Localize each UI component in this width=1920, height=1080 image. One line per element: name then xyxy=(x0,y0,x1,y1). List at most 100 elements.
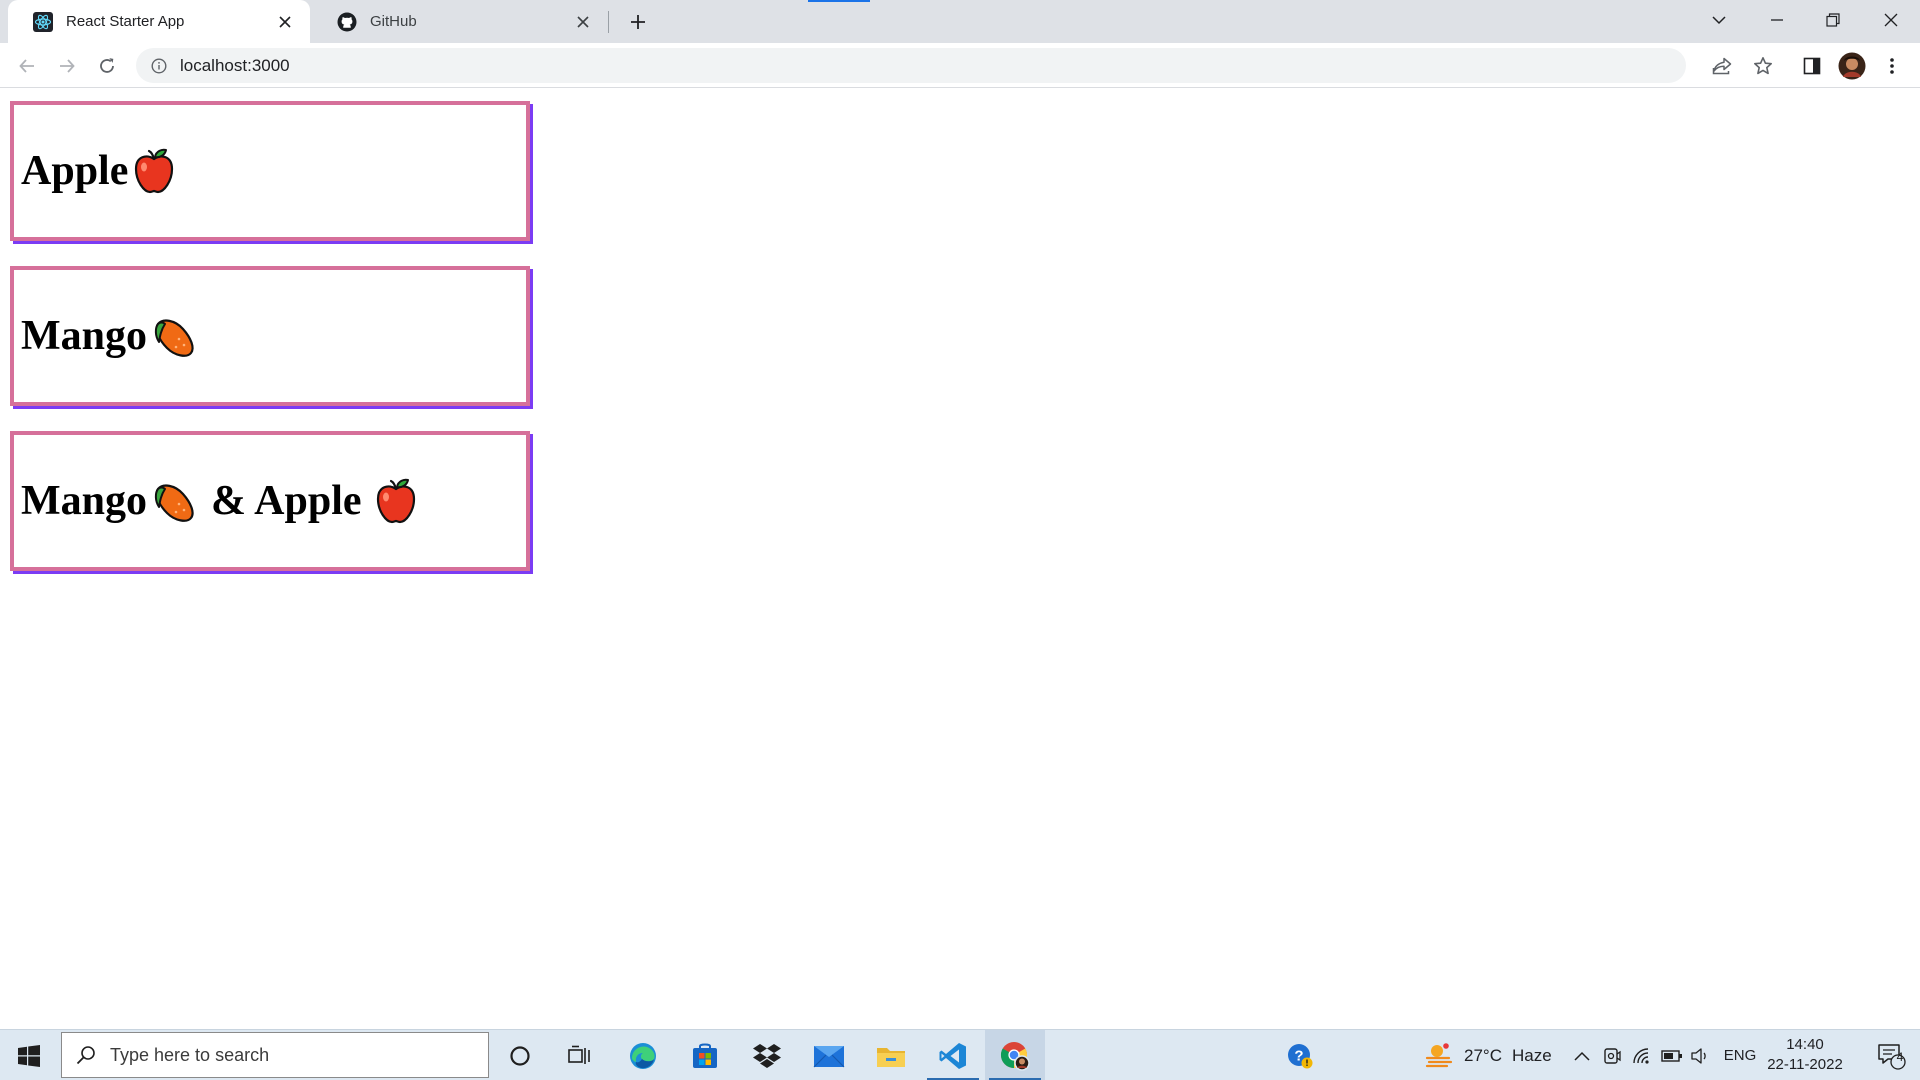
more-vertical-icon xyxy=(1890,58,1894,74)
language-text: ENG xyxy=(1723,1047,1757,1064)
react-icon xyxy=(32,11,54,33)
speaker-icon xyxy=(1691,1047,1706,1064)
dropbox-icon xyxy=(753,1043,781,1068)
tab-search-button[interactable] xyxy=(1692,0,1746,40)
fruit-card-mango-apple: Mango & Apple xyxy=(10,431,530,571)
taskbar: Type here to search ? 27°C Haze ENG 14:4… xyxy=(0,1029,1920,1080)
forward-button[interactable] xyxy=(51,50,83,82)
arrow-right-icon xyxy=(60,59,75,73)
clock-time: 14:40 xyxy=(1786,1036,1824,1053)
clock[interactable]: 14:40 22-11-2022 xyxy=(1760,1035,1850,1075)
github-icon xyxy=(336,11,358,33)
new-tab-button[interactable] xyxy=(624,8,652,36)
mail-icon xyxy=(813,1045,845,1067)
screen: React Starter App GitHub localhost:3000 … xyxy=(0,0,1920,1080)
mango-icon xyxy=(154,319,194,357)
search-icon xyxy=(76,1046,95,1065)
chrome-button[interactable] xyxy=(985,1030,1045,1080)
restore-icon xyxy=(1826,13,1840,27)
card-text: Mango xyxy=(21,478,147,524)
edge-icon xyxy=(630,1042,656,1069)
cortana-icon xyxy=(510,1045,530,1066)
chevron-down-icon xyxy=(1712,16,1726,25)
fruit-card-mango: Mango xyxy=(10,266,530,406)
notification-count: 4 xyxy=(1896,1050,1904,1064)
dropbox-button[interactable] xyxy=(737,1030,797,1080)
reload-icon xyxy=(100,58,114,73)
url-text: localhost:3000 xyxy=(180,55,290,75)
task-view-button[interactable] xyxy=(550,1030,610,1080)
weather-temp: 27°C xyxy=(1464,1045,1502,1065)
close-icon[interactable] xyxy=(572,11,594,33)
camera-icon xyxy=(1604,1047,1621,1064)
menu-button[interactable] xyxy=(1878,52,1906,80)
side-panel-button[interactable] xyxy=(1798,52,1826,80)
avatar xyxy=(1838,52,1866,80)
card-text: Mango xyxy=(21,313,147,359)
share-button[interactable] xyxy=(1708,52,1736,80)
card-heading: Mango & Apple xyxy=(21,477,420,525)
battery-button[interactable] xyxy=(1660,1030,1684,1080)
taskbar-search-box[interactable]: Type here to search xyxy=(61,1032,489,1078)
card-text: Apple xyxy=(21,148,129,194)
weather-widget[interactable]: 27°C Haze xyxy=(1424,1030,1560,1080)
reload-button[interactable] xyxy=(91,50,123,82)
card-heading: Mango xyxy=(21,312,197,360)
plus-icon xyxy=(631,15,645,29)
notifications-button[interactable]: 4 xyxy=(1862,1030,1920,1080)
weather-condition: Haze xyxy=(1511,1045,1552,1065)
help-icon: ? xyxy=(1288,1043,1313,1068)
apple-icon xyxy=(135,148,174,194)
close-icon xyxy=(1884,13,1898,27)
minimize-icon xyxy=(1771,19,1783,21)
star-icon xyxy=(1754,57,1772,75)
volume-button[interactable] xyxy=(1688,1030,1712,1080)
meet-now-button[interactable] xyxy=(1600,1030,1624,1080)
show-hidden-icons-button[interactable] xyxy=(1570,1030,1594,1080)
restore-button[interactable] xyxy=(1806,0,1860,40)
start-button[interactable] xyxy=(0,1030,58,1080)
mail-button[interactable] xyxy=(799,1030,859,1080)
card-heading: Apple xyxy=(21,147,178,195)
language-indicator[interactable]: ENG xyxy=(1722,1030,1758,1080)
bookmark-button[interactable] xyxy=(1749,52,1777,80)
info-icon[interactable] xyxy=(150,57,168,75)
network-button[interactable] xyxy=(1630,1030,1654,1080)
close-window-button[interactable] xyxy=(1864,0,1918,40)
profile-button[interactable] xyxy=(1838,52,1866,80)
help-tray-button[interactable]: ? xyxy=(1282,1030,1318,1080)
vscode-icon xyxy=(939,1042,966,1069)
cortana-button[interactable] xyxy=(490,1030,550,1080)
minimize-button[interactable] xyxy=(1750,0,1804,40)
close-icon[interactable] xyxy=(274,11,296,33)
clock-date: 22-11-2022 xyxy=(1767,1056,1843,1073)
file-explorer-button[interactable] xyxy=(861,1030,921,1080)
store-button[interactable] xyxy=(675,1030,735,1080)
search-placeholder: Type here to search xyxy=(110,1044,270,1065)
fruit-card-apple: Apple xyxy=(10,101,530,241)
mango-icon xyxy=(154,484,194,522)
haze-icon xyxy=(1425,1042,1453,1067)
loading-indicator xyxy=(808,0,870,2)
page-content: Apple Mango Mango & Apple xyxy=(0,89,1920,1029)
tab-title: GitHub xyxy=(370,13,417,30)
folder-icon xyxy=(877,1047,905,1067)
store-icon xyxy=(693,1043,717,1068)
edge-button[interactable] xyxy=(613,1030,673,1080)
tab-github[interactable]: GitHub xyxy=(312,0,608,43)
side-panel-icon xyxy=(1803,57,1821,75)
share-icon xyxy=(1712,57,1732,75)
vscode-button[interactable] xyxy=(923,1030,983,1080)
back-button[interactable] xyxy=(11,50,43,82)
card-text: & Apple xyxy=(211,478,362,524)
address-bar[interactable]: localhost:3000 xyxy=(136,48,1686,83)
wifi-icon xyxy=(1633,1047,1649,1064)
tab-title: React Starter App xyxy=(66,13,185,30)
apple-icon xyxy=(376,478,415,524)
windows-icon xyxy=(18,1044,40,1067)
tab-strip: React Starter App GitHub xyxy=(0,0,1920,43)
tab-react-starter-app[interactable]: React Starter App xyxy=(8,0,310,43)
task-view-icon xyxy=(568,1045,590,1064)
battery-icon xyxy=(1661,1049,1682,1062)
browser-toolbar: localhost:3000 xyxy=(0,43,1920,88)
